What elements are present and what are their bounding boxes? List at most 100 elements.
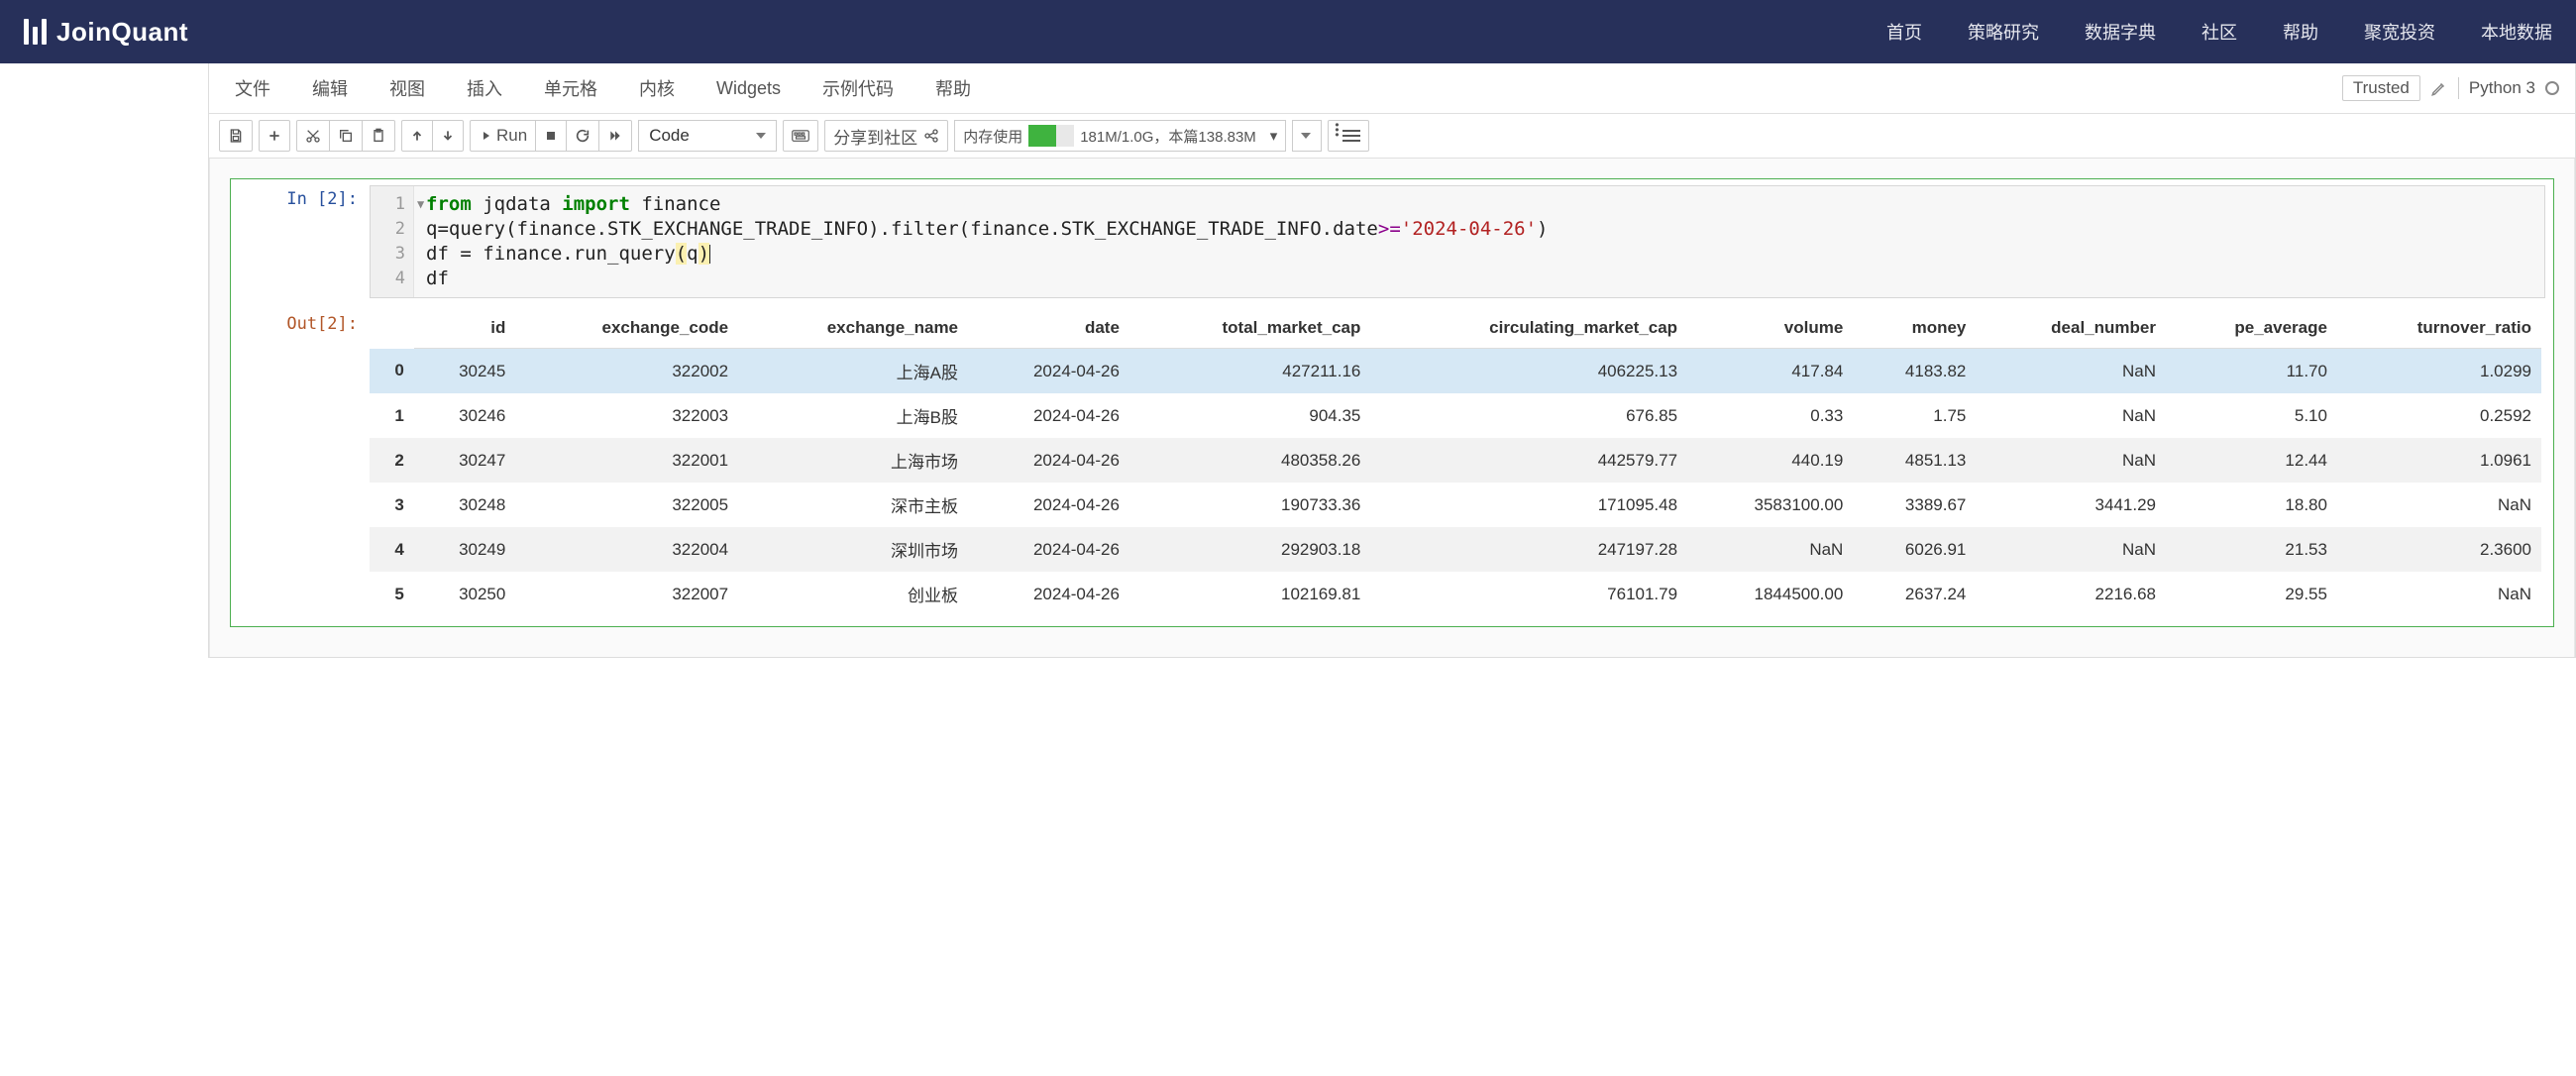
- row-index: 0: [370, 349, 414, 394]
- cell: 2637.24: [1853, 572, 1976, 616]
- run-all-button[interactable]: [598, 120, 632, 152]
- edit-icon[interactable]: [2430, 79, 2448, 97]
- menu-help[interactable]: 帮助: [925, 69, 981, 107]
- cell: 6026.91: [1853, 527, 1976, 572]
- menu-insert[interactable]: 插入: [457, 69, 512, 107]
- nav-home[interactable]: 首页: [1886, 19, 1922, 45]
- col-index: [370, 308, 414, 349]
- row-index: 3: [370, 483, 414, 527]
- empty-select[interactable]: [1292, 120, 1322, 152]
- top-navbar: JoinQuant 首页 策略研究 数据字典 社区 帮助 聚宽投资 本地数据: [0, 0, 2576, 63]
- toc-button[interactable]: [1328, 120, 1369, 152]
- notebook-area: In [2]: 1 2 3 4 ▼ from jqdata import fin…: [209, 159, 2575, 657]
- nav-invest[interactable]: 聚宽投资: [2364, 19, 2435, 45]
- cell-type-select[interactable]: Code: [638, 120, 777, 152]
- row-index: 2: [370, 438, 414, 483]
- restart-button[interactable]: [566, 120, 599, 152]
- cell: 2216.68: [1976, 572, 2166, 616]
- table-row: 030245322002上海A股2024-04-26427211.1640622…: [370, 349, 2541, 394]
- menu-kernel[interactable]: 内核: [629, 69, 685, 107]
- cut-button[interactable]: [296, 120, 330, 152]
- menu-file[interactable]: 文件: [225, 69, 280, 107]
- nav-community[interactable]: 社区: [2201, 19, 2237, 45]
- cell: 171095.48: [1370, 483, 1687, 527]
- cell: 0.33: [1687, 393, 1853, 438]
- cell: 417.84: [1687, 349, 1853, 394]
- cell: 322007: [515, 572, 738, 616]
- cell: NaN: [1976, 527, 2166, 572]
- menu-view[interactable]: 视图: [379, 69, 435, 107]
- cell: 1.75: [1853, 393, 1976, 438]
- cell: 上海市场: [738, 438, 968, 483]
- move-down-button[interactable]: [432, 120, 464, 152]
- cell: 3441.29: [1976, 483, 2166, 527]
- kernel-name[interactable]: Python 3: [2469, 78, 2535, 98]
- col-volume: volume: [1687, 308, 1853, 349]
- cell: 322004: [515, 527, 738, 572]
- cell: 18.80: [2166, 483, 2337, 527]
- cell: NaN: [1976, 349, 2166, 394]
- run-button[interactable]: Run: [470, 120, 536, 152]
- cell: 12.44: [2166, 438, 2337, 483]
- input-prompt: In [2]:: [231, 179, 370, 304]
- cell: 322003: [515, 393, 738, 438]
- cell: 4851.13: [1853, 438, 1976, 483]
- cell: 322002: [515, 349, 738, 394]
- move-up-button[interactable]: [401, 120, 433, 152]
- col-exchange_name: exchange_name: [738, 308, 968, 349]
- menu-edit[interactable]: 编辑: [302, 69, 358, 107]
- code-editor[interactable]: 1 2 3 4 ▼ from jqdata import finance q=q…: [370, 185, 2545, 298]
- col-date: date: [968, 308, 1129, 349]
- nav-local-data[interactable]: 本地数据: [2481, 19, 2552, 45]
- share-button[interactable]: 分享到社区: [824, 120, 948, 152]
- nav-strategy[interactable]: 策略研究: [1968, 19, 2039, 45]
- nav-help[interactable]: 帮助: [2283, 19, 2318, 45]
- row-index: 4: [370, 527, 414, 572]
- chevron-down-icon: ▾: [1262, 127, 1286, 145]
- toolbar: Run Code 分享到社区 内存使用 181: [209, 114, 2575, 159]
- cell: 2024-04-26: [968, 572, 1129, 616]
- cell: 292903.18: [1129, 527, 1370, 572]
- brand[interactable]: JoinQuant: [24, 17, 188, 48]
- memory-label: 内存使用: [963, 126, 1022, 147]
- cell: 2024-04-26: [968, 438, 1129, 483]
- menu-widgets[interactable]: Widgets: [706, 72, 791, 105]
- cell: 4183.82: [1853, 349, 1976, 394]
- cell: 3583100.00: [1687, 483, 1853, 527]
- trusted-badge[interactable]: Trusted: [2342, 75, 2420, 101]
- cell: 2024-04-26: [968, 393, 1129, 438]
- cell: 427211.16: [1129, 349, 1370, 394]
- copy-button[interactable]: [329, 120, 363, 152]
- table-row: 530250322007创业板2024-04-26102169.8176101.…: [370, 572, 2541, 616]
- jupyter-frame: 文件 编辑 视图 插入 单元格 内核 Widgets 示例代码 帮助 Trust…: [208, 63, 2576, 658]
- code-text[interactable]: from jqdata import finance q=query(finan…: [414, 186, 2544, 297]
- brand-text: JoinQuant: [56, 17, 188, 48]
- cell: NaN: [2337, 483, 2541, 527]
- stop-button[interactable]: [535, 120, 567, 152]
- command-palette-button[interactable]: [783, 120, 818, 152]
- table-row: 130246322003上海B股2024-04-26904.35676.850.…: [370, 393, 2541, 438]
- menu-cell[interactable]: 单元格: [534, 69, 607, 107]
- code-cell[interactable]: In [2]: 1 2 3 4 ▼ from jqdata import fin…: [230, 178, 2554, 627]
- save-button[interactable]: [219, 120, 253, 152]
- cell: 247197.28: [1370, 527, 1687, 572]
- cell: 30246: [414, 393, 515, 438]
- cell: 1844500.00: [1687, 572, 1853, 616]
- fold-icon[interactable]: ▼: [417, 192, 424, 217]
- cell: 2.3600: [2337, 527, 2541, 572]
- add-cell-button[interactable]: [259, 120, 290, 152]
- cell: 0.2592: [2337, 393, 2541, 438]
- menu-examples[interactable]: 示例代码: [812, 69, 904, 107]
- output-area: idexchange_codeexchange_namedatetotal_ma…: [370, 304, 2553, 626]
- nav-data-dict[interactable]: 数据字典: [2085, 19, 2156, 45]
- logo-icon: [24, 19, 47, 45]
- memory-usage[interactable]: 内存使用 181M/1.0G，本篇138.83M ▾: [954, 120, 1286, 152]
- cell: 21.53: [2166, 527, 2337, 572]
- share-icon: [923, 128, 939, 144]
- table-row: 230247322001上海市场2024-04-26480358.2644257…: [370, 438, 2541, 483]
- col-circulating_market_cap: circulating_market_cap: [1370, 308, 1687, 349]
- row-index: 5: [370, 572, 414, 616]
- paste-button[interactable]: [362, 120, 395, 152]
- cell: 440.19: [1687, 438, 1853, 483]
- cell: 30249: [414, 527, 515, 572]
